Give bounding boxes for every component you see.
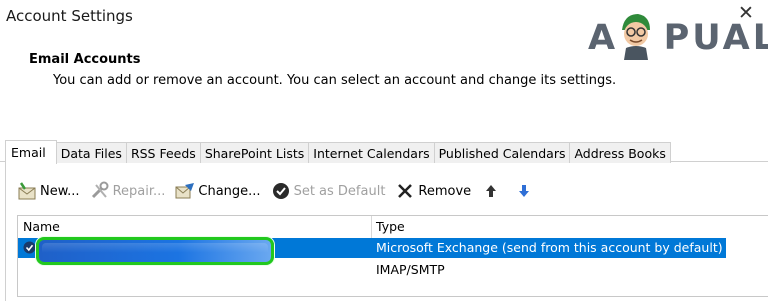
default-check-icon bbox=[23, 241, 36, 254]
account-type: IMAP/SMTP bbox=[376, 262, 445, 277]
column-header-type[interactable]: Type bbox=[376, 219, 405, 234]
tab-data-files[interactable]: Data Files bbox=[56, 142, 127, 163]
account-type: Microsoft Exchange (send from this accou… bbox=[376, 240, 723, 255]
tab-rss-feeds[interactable]: RSS Feeds bbox=[126, 142, 201, 163]
move-up-icon bbox=[486, 185, 497, 197]
tab-internet-calendars[interactable]: Internet Calendars bbox=[309, 142, 435, 163]
change-icon bbox=[175, 183, 195, 199]
remove-button-label: Remove bbox=[418, 183, 472, 199]
tab-strip: Email Data Files RSS Feeds SharePoint Li… bbox=[5, 139, 671, 164]
account-toolbar: New... Repair... Change... Set as Defaul… bbox=[17, 180, 547, 202]
watermark-logo: A PUALS bbox=[588, 18, 768, 58]
section-title: Email Accounts bbox=[29, 52, 141, 67]
section-description: You can add or remove an account. You ca… bbox=[53, 73, 617, 88]
set-as-default-label: Set as Default bbox=[293, 183, 386, 199]
move-down-icon bbox=[519, 185, 530, 197]
change-button[interactable]: Change... bbox=[175, 181, 261, 201]
window-title: Account Settings bbox=[6, 7, 133, 25]
redacted-account-name bbox=[36, 237, 274, 265]
tab-email[interactable]: Email bbox=[5, 140, 57, 164]
watermark-mascot-icon bbox=[622, 14, 650, 60]
tab-published-calendars[interactable]: Published Calendars bbox=[434, 142, 571, 163]
column-divider[interactable] bbox=[371, 216, 372, 238]
repair-button-label: Repair... bbox=[112, 183, 166, 199]
tab-address-books[interactable]: Address Books bbox=[570, 142, 671, 163]
move-up-button[interactable] bbox=[481, 181, 504, 201]
repair-button[interactable]: Repair... bbox=[90, 181, 166, 201]
set-as-default-button[interactable]: Set as Default bbox=[271, 181, 386, 201]
column-header-name[interactable]: Name bbox=[23, 219, 60, 234]
new-button[interactable]: New... bbox=[17, 181, 80, 201]
repair-icon bbox=[91, 181, 109, 199]
new-button-label: New... bbox=[40, 183, 80, 199]
change-button-label: Change... bbox=[198, 183, 261, 199]
tab-sharepoint-lists[interactable]: SharePoint Lists bbox=[200, 142, 310, 163]
remove-icon bbox=[398, 184, 413, 198]
remove-button[interactable]: Remove bbox=[395, 181, 471, 201]
new-account-icon bbox=[18, 182, 36, 200]
set-default-icon bbox=[272, 183, 289, 199]
move-down-button[interactable] bbox=[514, 181, 537, 201]
